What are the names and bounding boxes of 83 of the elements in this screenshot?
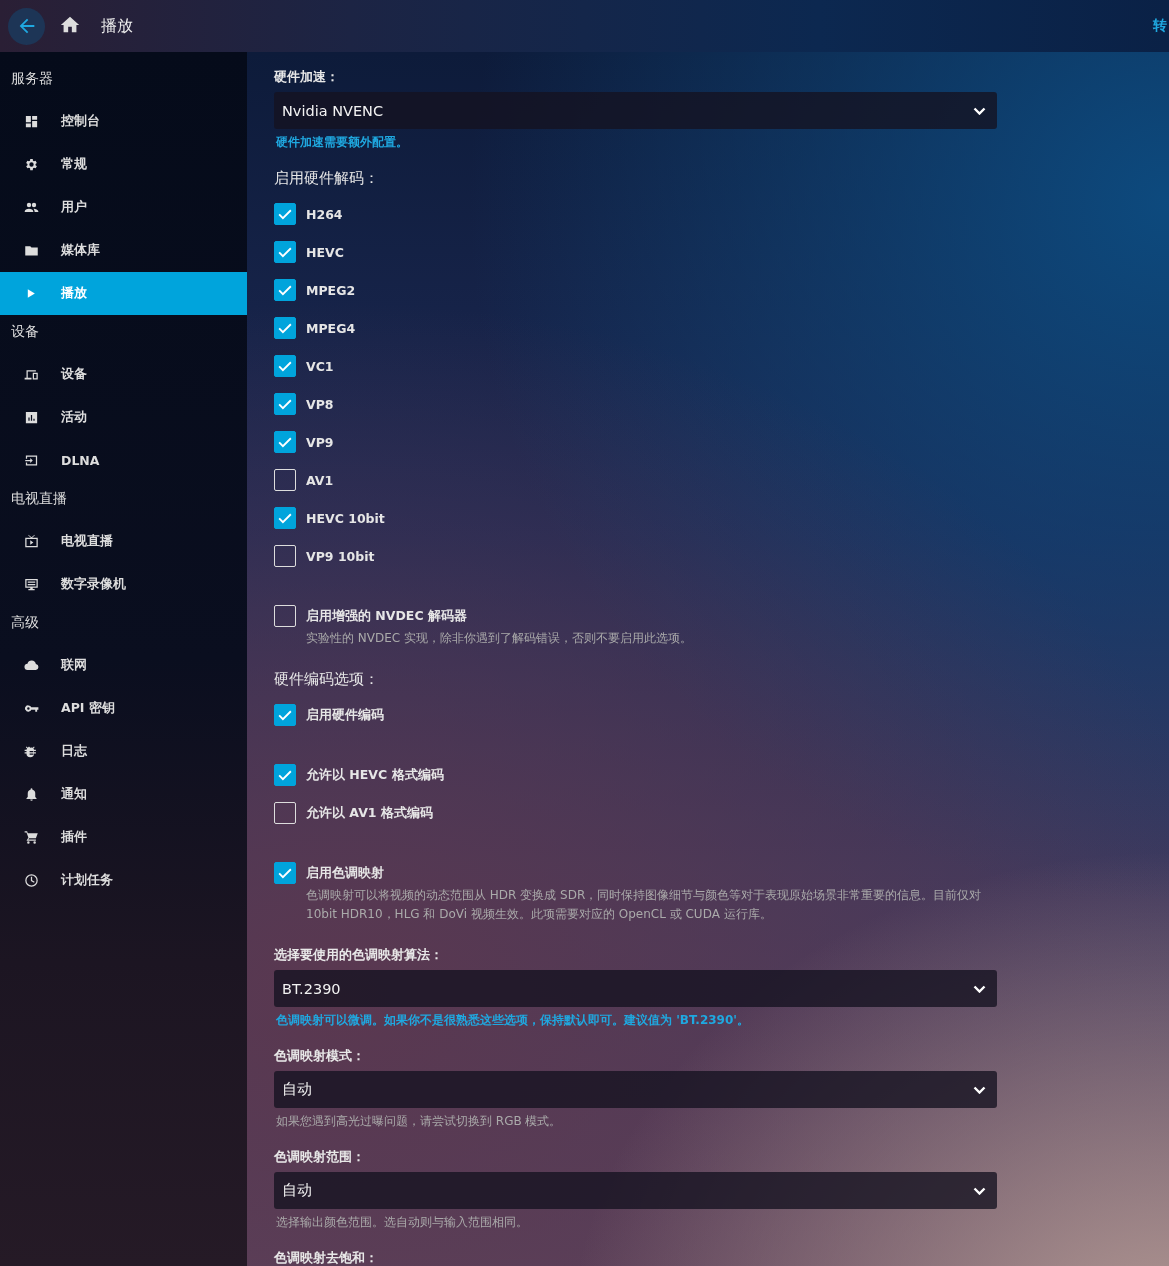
field-label: 硬件编码选项： — [274, 670, 380, 688]
section-heading: 设备 — [10, 322, 40, 341]
checkbox[interactable] — [274, 355, 296, 377]
chevron-down-icon — [973, 1186, 986, 1195]
sidebar-item[interactable]: 活动 — [0, 396, 247, 439]
dropdown[interactable]: 自动 — [274, 1071, 997, 1108]
bug-icon — [24, 744, 39, 759]
users-icon — [24, 200, 39, 215]
sidebar-item[interactable]: 电视直播 — [0, 520, 247, 563]
field-label: 色调映射去饱和： — [274, 1249, 379, 1266]
dropdown[interactable]: BT.2390 — [274, 970, 997, 1007]
checkbox-label: 允许以 HEVC 格式编码 — [306, 766, 444, 784]
sidebar-item[interactable]: 用户 — [0, 186, 247, 229]
checkbox[interactable] — [274, 764, 296, 786]
folder-icon — [24, 243, 39, 258]
checkbox-label: MPEG4 — [306, 320, 356, 336]
checkbox[interactable] — [274, 241, 296, 263]
cart-icon — [24, 830, 39, 845]
field-label: 启用硬件解码： — [274, 169, 380, 187]
checkbox-label: HEVC — [306, 244, 344, 260]
help-text: 硬件加速需要额外配置。 — [275, 134, 409, 151]
help-text: 色调映射可以微调。如果你不是很熟悉这些选项，保持默认即可。建议值为 'BT.2390'。 — [275, 1012, 750, 1029]
sidebar-item[interactable]: 联网 — [0, 644, 247, 687]
help-text: 实验性的 NVDEC 实现，除非你遇到了解码错误，否则不要启用此选项。 — [305, 630, 693, 647]
sidebar-item[interactable]: DLNA — [0, 439, 247, 482]
monitor-icon — [24, 577, 39, 592]
dashboard-icon — [24, 114, 39, 129]
input-icon — [24, 453, 39, 468]
chart-icon — [24, 410, 39, 425]
help-text: 色调映射可以将视频的动态范围从 HDR 变换成 SDR，同时保持图像细节与颜色等对于表现原始场景非常重要的信息。目前仅对 10bit HDR10，HLG 和 DoVi 视频生效。此项需要对应的 OpenCL 或 CUDA 运行库。 — [305, 887, 983, 923]
dropdown[interactable]: 自动 — [274, 1172, 997, 1209]
chevron-down-icon — [973, 984, 986, 993]
checkbox-label: VP8 — [306, 396, 334, 412]
checkbox[interactable] — [274, 862, 296, 884]
section-heading: 服务器 — [10, 69, 54, 88]
checkbox[interactable] — [274, 431, 296, 453]
sidebar-item[interactable]: 控制台 — [0, 100, 247, 143]
checkbox[interactable] — [274, 317, 296, 339]
checkbox-label: 启用增强的 NVDEC 解码器 — [306, 607, 467, 625]
checkbox-label: HEVC 10bit — [306, 510, 385, 526]
header-link[interactable]: 转 — [1153, 17, 1167, 35]
clock-icon — [24, 873, 39, 888]
field-label: 色调映射模式： — [274, 1047, 366, 1065]
checkbox-label: MPEG2 — [306, 282, 356, 298]
page-title: 播放 — [101, 15, 133, 37]
checkbox[interactable] — [274, 203, 296, 225]
sidebar-item[interactable]: 计划任务 — [0, 859, 247, 902]
section-heading: 电视直播 — [10, 489, 68, 508]
section-heading: 高级 — [10, 613, 40, 632]
sidebar-item[interactable]: 设备 — [0, 353, 247, 396]
sidebar-item[interactable]: 媒体库 — [0, 229, 247, 272]
sidebar-item[interactable]: API 密钥 — [0, 687, 247, 730]
checkbox[interactable] — [274, 393, 296, 415]
checkbox-label: VP9 — [306, 434, 334, 450]
back-button[interactable] — [8, 7, 45, 45]
checkbox-label: 启用硬件编码 — [306, 706, 384, 724]
sidebar-item[interactable]: 数字录像机 — [0, 563, 247, 606]
help-text: 选择输出颜色范围。选自动则与输入范围相同。 — [275, 1214, 529, 1231]
checkbox[interactable] — [274, 279, 296, 301]
dropdown[interactable]: Nvidia NVENC — [274, 92, 997, 129]
field-label: 硬件加速： — [274, 68, 340, 86]
cloud-icon — [24, 658, 39, 673]
checkbox[interactable] — [274, 507, 296, 529]
checkbox-label: H264 — [306, 206, 343, 222]
sidebar-item[interactable]: 日志 — [0, 730, 247, 773]
checkbox-label: 允许以 AV1 格式编码 — [306, 804, 433, 822]
chevron-down-icon — [973, 1085, 986, 1094]
settings-icon — [24, 157, 39, 172]
sidebar-item[interactable]: 通知 — [0, 773, 247, 816]
help-text: 如果您遇到高光过曝问题，请尝试切换到 RGB 模式。 — [275, 1113, 563, 1130]
field-label: 色调映射范围： — [274, 1148, 366, 1166]
devices-icon — [24, 367, 39, 382]
sidebar-item[interactable]: 插件 — [0, 816, 247, 859]
checkbox-label: VP9 10bit — [306, 548, 375, 564]
chevron-down-icon — [973, 106, 986, 115]
tv-icon — [24, 534, 39, 549]
checkbox-label: AV1 — [306, 472, 334, 488]
checkbox-label: VC1 — [306, 358, 334, 374]
checkbox-label: 启用色调映射 — [306, 864, 384, 882]
sidebar-item[interactable]: 常规 — [0, 143, 247, 186]
checkbox[interactable] — [274, 704, 296, 726]
field-label: 选择要使用的色调映射算法： — [274, 946, 444, 964]
bell-icon — [24, 787, 39, 802]
